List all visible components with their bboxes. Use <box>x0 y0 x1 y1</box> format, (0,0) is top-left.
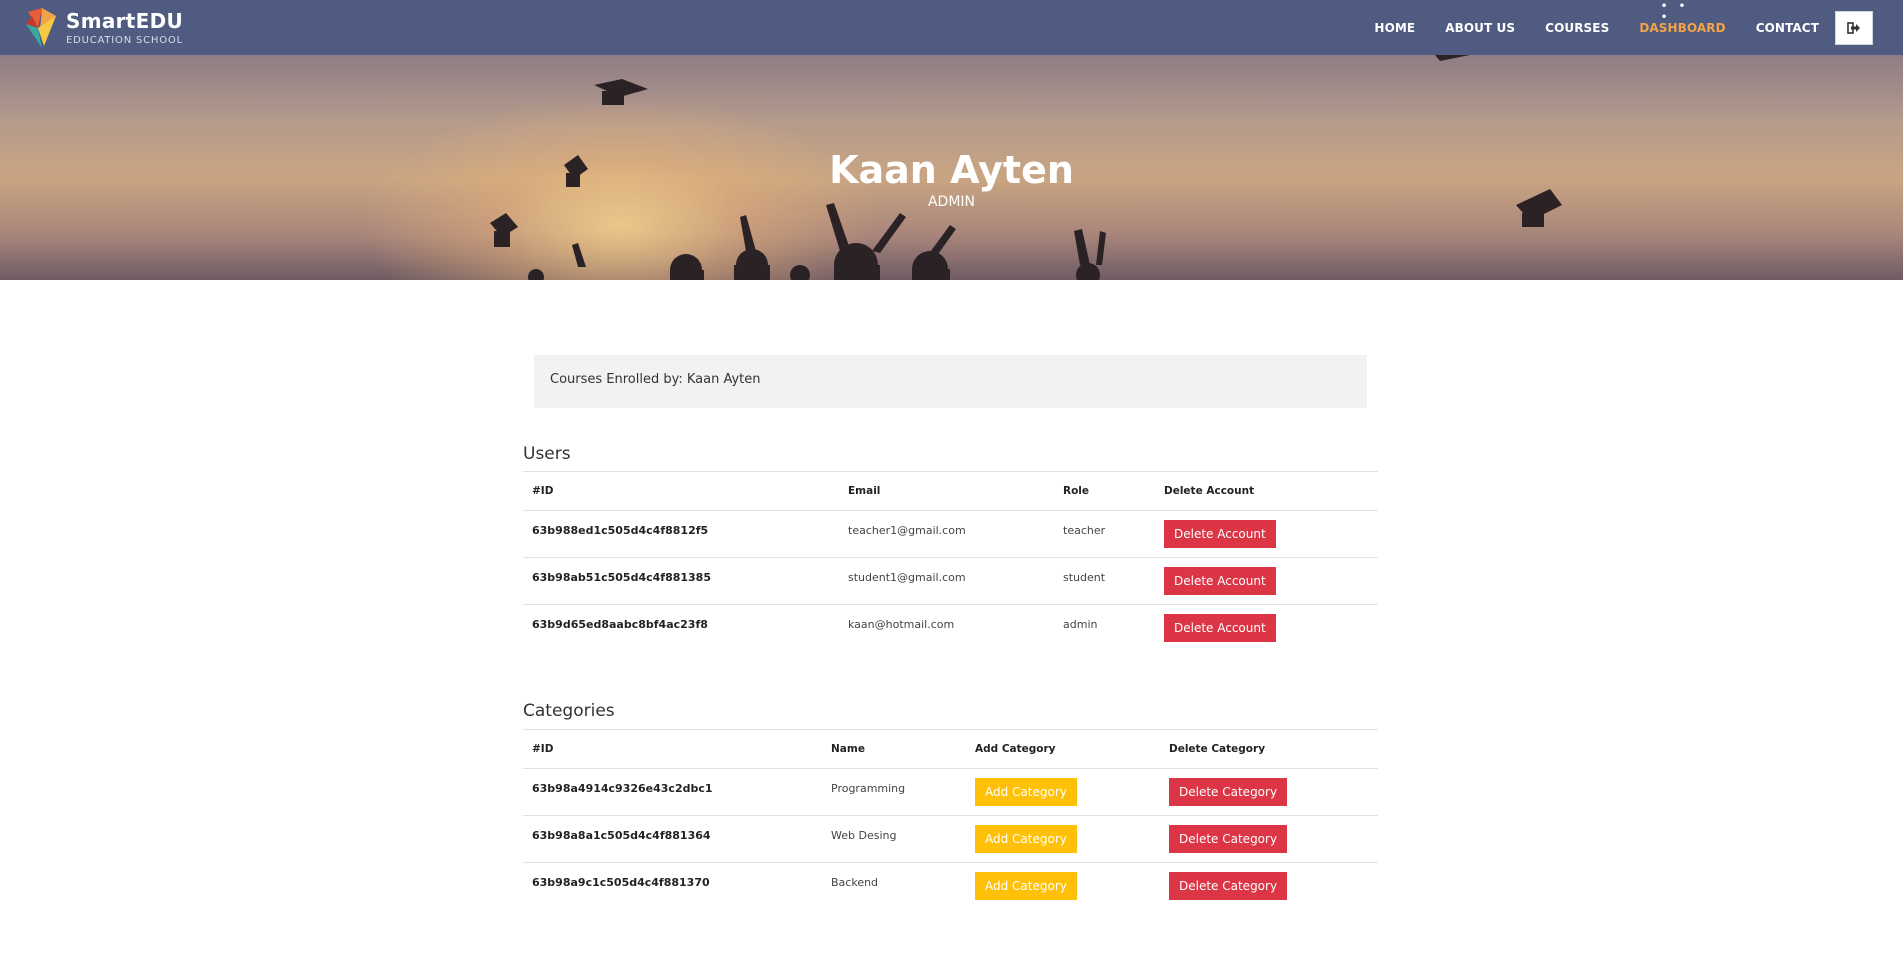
categories-table: #ID Name Add Category Delete Category 63… <box>523 729 1378 910</box>
user-email: kaan@hotmail.com <box>839 604 1054 652</box>
delete-category-button[interactable]: Delete Category <box>1169 778 1288 806</box>
nav-dashboard-label: DASHBOARD <box>1639 20 1726 35</box>
add-category-button[interactable]: Add Category <box>975 825 1077 853</box>
logout-button[interactable] <box>1835 10 1873 45</box>
users-table-header: #ID Email Role Delete Account <box>523 471 1378 511</box>
table-row: 63b98a4914c9326e43c2dbc1 Programming Add… <box>523 768 1378 816</box>
column-header-name: Name <box>822 729 966 769</box>
column-header-role: Role <box>1054 471 1155 511</box>
user-role: teacher <box>1054 510 1155 558</box>
table-row: 63b9d65ed8aabc8bf4ac23f8 kaan@hotmail.co… <box>523 604 1378 652</box>
hero-banner: Kaan Ayten ADMIN <box>0 55 1903 280</box>
logo[interactable]: SmartEDU EDUCATION SCHOOL <box>22 6 183 50</box>
user-role: student <box>1054 557 1155 605</box>
delete-account-button[interactable]: Delete Account <box>1164 520 1276 548</box>
column-header-id: #ID <box>523 729 822 769</box>
column-header-email: Email <box>839 471 1054 511</box>
column-header-id: #ID <box>523 471 839 511</box>
sign-out-icon <box>1847 21 1860 34</box>
nav-home[interactable]: HOME <box>1374 21 1415 35</box>
nav-dashboard[interactable]: • • • DASHBOARD <box>1639 1 1726 35</box>
user-email: teacher1@gmail.com <box>839 510 1054 558</box>
brand-tagline: EDUCATION SCHOOL <box>66 34 183 46</box>
column-header-delete-category: Delete Category <box>1160 729 1378 769</box>
delete-category-button[interactable]: Delete Category <box>1169 825 1288 853</box>
category-id: 63b98a8a1c505d4c4f881364 <box>523 815 822 863</box>
users-table: #ID Email Role Delete Account 63b988ed1c… <box>523 471 1378 652</box>
table-row: 63b98a9c1c505d4c4f881370 Backend Add Cat… <box>523 862 1378 910</box>
user-id: 63b988ed1c505d4c4f8812f5 <box>523 510 839 558</box>
categories-table-header: #ID Name Add Category Delete Category <box>523 729 1378 769</box>
table-row: 63b98a8a1c505d4c4f881364 Web Desing Add … <box>523 815 1378 863</box>
delete-account-button[interactable]: Delete Account <box>1164 614 1276 642</box>
nav-about-us[interactable]: ABOUT US <box>1445 21 1515 35</box>
add-category-button[interactable]: Add Category <box>975 778 1077 806</box>
logo-icon <box>26 8 56 48</box>
category-name: Programming <box>822 768 966 816</box>
profile-role: ADMIN <box>927 194 976 210</box>
user-id: 63b9d65ed8aabc8bf4ac23f8 <box>523 604 839 652</box>
category-id: 63b98a9c1c505d4c4f881370 <box>523 862 822 910</box>
nav-contact[interactable]: CONTACT <box>1756 21 1819 35</box>
category-name: Backend <box>822 862 966 910</box>
brand-name: SmartEDU <box>66 8 184 33</box>
table-row: 63b988ed1c505d4c4f8812f5 teacher1@gmail.… <box>523 510 1378 558</box>
user-role: admin <box>1054 604 1155 652</box>
column-header-delete-account: Delete Account <box>1155 471 1378 511</box>
table-row: 63b98ab51c505d4c4f881385 student1@gmail.… <box>523 557 1378 605</box>
profile-name: Kaan Ayten <box>829 148 1074 192</box>
user-id: 63b98ab51c505d4c4f881385 <box>523 557 839 605</box>
user-email: student1@gmail.com <box>839 557 1054 605</box>
category-id: 63b98a4914c9326e43c2dbc1 <box>523 768 822 816</box>
delete-category-button[interactable]: Delete Category <box>1169 872 1288 900</box>
courses-enrolled-box: Courses Enrolled by: Kaan Ayten <box>534 355 1367 408</box>
courses-enrolled-text: Courses Enrolled by: Kaan Ayten <box>550 372 761 387</box>
column-header-add-category: Add Category <box>966 729 1160 769</box>
navbar: SmartEDU EDUCATION SCHOOL HOME ABOUT US … <box>0 0 1903 55</box>
main-nav: HOME ABOUT US COURSES • • • DASHBOARD CON… <box>1344 0 1873 55</box>
nav-courses[interactable]: COURSES <box>1545 21 1609 35</box>
active-indicator-dots: • • • <box>1660 0 1690 23</box>
category-name: Web Desing <box>822 815 966 863</box>
add-category-button[interactable]: Add Category <box>975 872 1077 900</box>
categories-section-title: Categories <box>523 701 615 721</box>
users-section-title: Users <box>523 444 571 464</box>
delete-account-button[interactable]: Delete Account <box>1164 567 1276 595</box>
